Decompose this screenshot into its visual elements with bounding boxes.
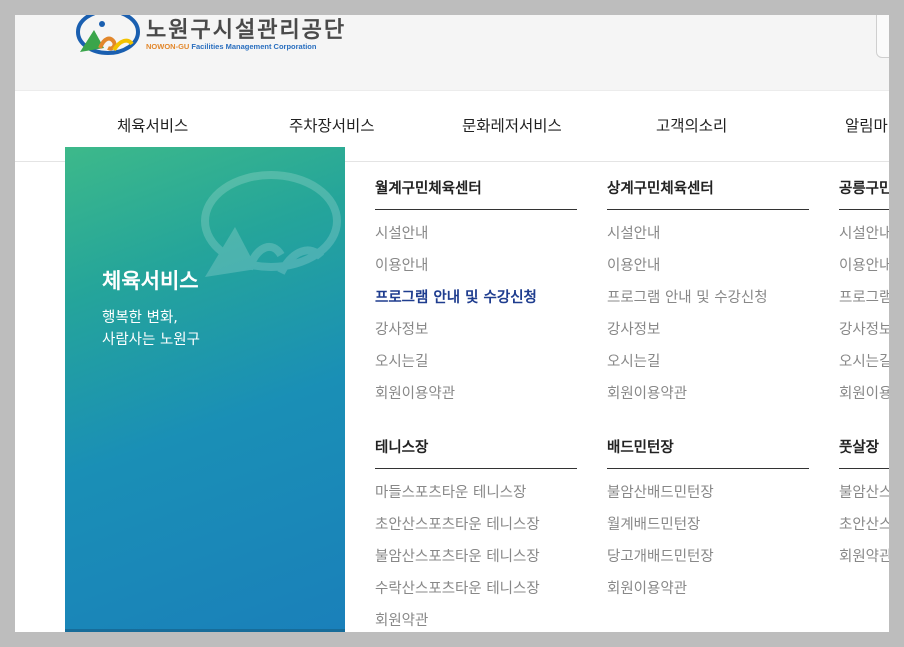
menu-column-futsal: 풋살장 불암산스포츠타운 풋살장 초안산스포츠타운 풋살장 회원약관 <box>839 437 889 573</box>
menu-column-tennis: 테니스장 마들스포츠타운 테니스장 초안산스포츠타운 테니스장 불암산스포츠타운… <box>375 437 577 632</box>
menu-column-wolgye: 월계구민체육센터 시설안내 이용안내 프로그램 안내 및 수강신청 강사정보 오… <box>375 178 577 410</box>
submenu-intro-panel: 체육서비스 행복한 변화, 사람사는 노원구 <box>65 147 345 632</box>
menu-link-program-registration[interactable]: 프로그램 안내 및 수강신청 <box>607 282 809 314</box>
menu-title-sanggye[interactable]: 상계구민체육센터 <box>607 178 809 210</box>
menu-link-choansan-futsal[interactable]: 초안산스포츠타운 풋살장 <box>839 509 889 541</box>
menu-column-gongneung: 공릉구민체육센터 시설안내 이용안내 프로그램 안내 및 수강신청 강사정보 오… <box>839 178 889 410</box>
panel-logo-watermark-icon <box>201 171 341 277</box>
top-header: 노원구시설관리공단 NOWON-GU Facilities Management… <box>15 15 889 91</box>
menu-link-instructor-info[interactable]: 강사정보 <box>839 314 889 346</box>
panel-bottom-bar <box>65 629 345 632</box>
menu-link-member-terms[interactable]: 회원이용약관 <box>607 378 809 410</box>
menu-link-buramsan-futsal[interactable]: 불암산스포츠타운 풋살장 <box>839 477 889 509</box>
menu-link-directions[interactable]: 오시는길 <box>375 346 577 378</box>
menu-link-member-terms[interactable]: 회원이용약관 <box>375 378 577 410</box>
menu-link-madeul-tennis[interactable]: 마들스포츠타운 테니스장 <box>375 477 577 509</box>
nav-item-customer-voice[interactable]: 고객의소리 <box>656 91 727 162</box>
menu-link-wolgye-badminton[interactable]: 월계배드민턴장 <box>607 509 809 541</box>
panel-subtitle: 행복한 변화, 사람사는 노원구 <box>102 307 200 351</box>
menu-title-badminton[interactable]: 배드민턴장 <box>607 437 809 469</box>
menu-link-directions[interactable]: 오시는길 <box>607 346 809 378</box>
menu-link-instructor-info[interactable]: 강사정보 <box>375 314 577 346</box>
menu-column-sanggye: 상계구민체육센터 시설안내 이용안내 프로그램 안내 및 수강신청 강사정보 오… <box>607 178 809 410</box>
menu-link-facility-info[interactable]: 시설안내 <box>839 218 889 250</box>
menu-link-instructor-info[interactable]: 강사정보 <box>607 314 809 346</box>
panel-title: 체육서비스 <box>102 269 199 293</box>
nav-item-notices[interactable]: 알림마당 <box>845 91 889 162</box>
menu-link-futsal-terms[interactable]: 회원약관 <box>839 541 889 573</box>
panel-subtitle-line1: 행복한 변화, <box>102 310 178 326</box>
menu-link-badminton-terms[interactable]: 회원이용약관 <box>607 573 809 605</box>
menu-link-danggogae-badminton[interactable]: 당고개배드민턴장 <box>607 541 809 573</box>
menu-column-badminton: 배드민턴장 불암산배드민턴장 월계배드민턴장 당고개배드민턴장 회원이용약관 <box>607 437 809 605</box>
menu-link-member-terms[interactable]: 회원이용약관 <box>839 378 889 410</box>
logo-korean-text: 노원구시설관리공단 <box>146 18 347 43</box>
logo-corp-text: Facilities Management Corporation <box>191 42 317 51</box>
menu-title-wolgye[interactable]: 월계구민체육센터 <box>375 178 577 210</box>
menu-link-buramsan-badminton[interactable]: 불암산배드민턴장 <box>607 477 809 509</box>
menu-link-facility-info[interactable]: 시설안내 <box>607 218 809 250</box>
nav-item-culture-leisure[interactable]: 문화레저서비스 <box>462 91 562 162</box>
menu-title-gongneung[interactable]: 공릉구민체육센터 <box>839 178 889 210</box>
logo-nowon-text: NOWON-GU <box>146 42 190 51</box>
logo-mark-icon <box>76 15 140 55</box>
logo-english-text: NOWON-GU Facilities Management Corporati… <box>146 42 316 51</box>
menu-link-program-registration[interactable]: 프로그램 안내 및 수강신청 <box>839 282 889 314</box>
menu-link-tennis-terms[interactable]: 회원약관 <box>375 605 577 632</box>
menu-link-usage-info[interactable]: 이용안내 <box>375 250 577 282</box>
menu-link-suraksan-tennis[interactable]: 수락산스포츠타운 테니스장 <box>375 573 577 605</box>
top-utility-button[interactable] <box>876 15 889 58</box>
menu-link-buramsan-tennis[interactable]: 불암산스포츠타운 테니스장 <box>375 541 577 573</box>
menu-link-facility-info[interactable]: 시설안내 <box>375 218 577 250</box>
menu-title-tennis[interactable]: 테니스장 <box>375 437 577 469</box>
panel-subtitle-line2: 사람사는 노원구 <box>102 332 200 348</box>
menu-link-usage-info[interactable]: 이용안내 <box>607 250 809 282</box>
page: 노원구시설관리공단 NOWON-GU Facilities Management… <box>15 15 889 632</box>
menu-link-choansan-tennis[interactable]: 초안산스포츠타운 테니스장 <box>375 509 577 541</box>
site-logo[interactable]: 노원구시설관리공단 NOWON-GU Facilities Management… <box>74 15 344 60</box>
menu-link-directions[interactable]: 오시는길 <box>839 346 889 378</box>
menu-title-futsal[interactable]: 풋살장 <box>839 437 889 469</box>
menu-link-usage-info[interactable]: 이용안내 <box>839 250 889 282</box>
menu-link-program-registration[interactable]: 프로그램 안내 및 수강신청 <box>375 282 577 314</box>
